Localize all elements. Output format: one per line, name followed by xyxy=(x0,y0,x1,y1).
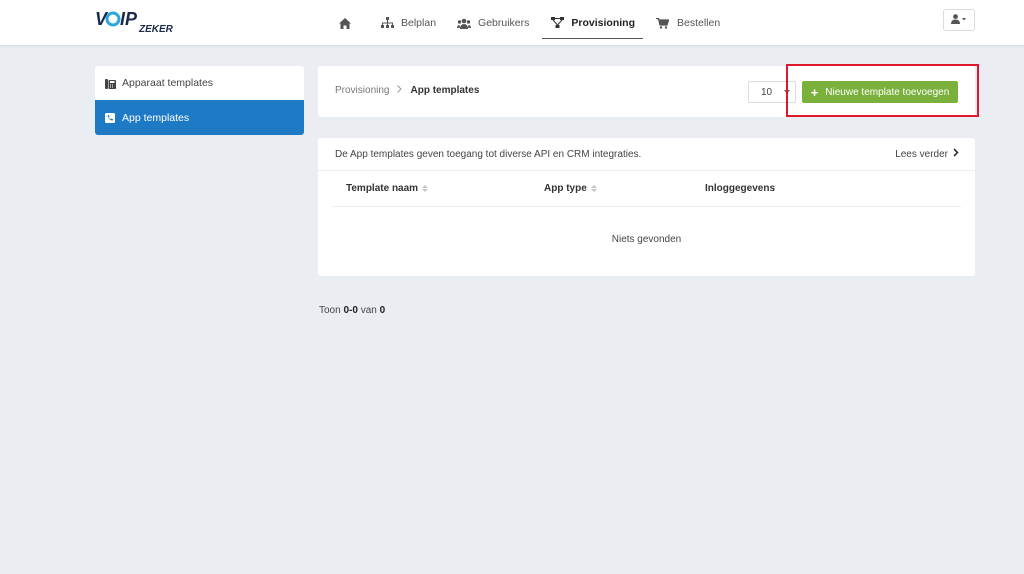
per-page-select[interactable]: 10 xyxy=(748,81,796,103)
sidebar-item-label: Apparaat templates xyxy=(122,77,214,89)
count-of: van xyxy=(360,305,377,316)
empty-state-text: Niets gevonden xyxy=(611,234,682,245)
phone-square-icon xyxy=(104,112,116,124)
column-label: Template naam xyxy=(346,183,419,194)
sidebar: Apparaat templates App templates xyxy=(95,66,304,135)
svg-text:ZEKER: ZEKER xyxy=(138,24,174,34)
page-header-card: Provisioning App templates 10 + Nieuwe t… xyxy=(318,66,975,117)
read-more-link[interactable]: Lees verder xyxy=(895,148,959,160)
nav-label-gebruikers: Gebruikers xyxy=(478,17,530,29)
sitemap-icon xyxy=(380,16,394,30)
nav-belplan[interactable]: Belplan xyxy=(372,7,444,39)
nav-home[interactable] xyxy=(330,7,367,39)
column-label: App type xyxy=(544,183,587,194)
breadcrumb-provisioning[interactable]: Provisioning xyxy=(335,85,389,96)
caret-down-icon xyxy=(784,90,790,94)
top-navbar: V IP ZEKER Belplan Gebruikers Provisioni… xyxy=(0,0,1024,46)
count-prefix: Toon xyxy=(319,305,341,316)
sidebar-item-apparaat-templates[interactable]: Apparaat templates xyxy=(95,66,304,100)
info-text: De App templates geven toegang tot diver… xyxy=(335,148,642,160)
sidebar-item-label: App templates xyxy=(122,111,190,124)
cart-icon xyxy=(656,16,670,30)
phone-device-icon xyxy=(104,77,116,89)
column-label: Inloggegevens xyxy=(705,183,776,194)
voipzeker-logo[interactable]: V IP ZEKER xyxy=(95,8,181,35)
add-template-label: Nieuwe template toevoegen xyxy=(825,86,950,98)
breadcrumb-current: App templates xyxy=(410,85,480,96)
users-icon xyxy=(457,16,472,30)
chevron-right-icon xyxy=(953,148,959,160)
plus-icon: + xyxy=(810,84,819,100)
breadcrumb: Provisioning App templates xyxy=(335,85,479,96)
column-header-app-type[interactable]: App type xyxy=(544,183,597,194)
user-icon xyxy=(951,13,967,27)
nav-label-bestellen: Bestellen xyxy=(676,17,721,29)
count-total: 0 xyxy=(379,305,386,316)
user-menu-button[interactable] xyxy=(943,9,975,31)
sidebar-item-app-templates[interactable]: App templates xyxy=(95,100,304,135)
sort-icon xyxy=(590,185,597,192)
read-more-label: Lees verder xyxy=(895,148,948,160)
nav-bestellen[interactable]: Bestellen xyxy=(648,7,728,39)
svg-text:IP: IP xyxy=(120,9,138,29)
result-count: Toon 0-0 van 0 xyxy=(319,305,385,316)
column-header-template-naam[interactable]: Template naam xyxy=(346,183,429,194)
home-icon xyxy=(338,16,352,30)
column-header-inloggegevens: Inloggegevens xyxy=(705,183,775,194)
main-nav: Belplan Gebruikers Provisioning Bestelle… xyxy=(330,0,733,46)
nav-label-provisioning: Provisioning xyxy=(571,16,635,29)
per-page-value: 10 xyxy=(761,86,773,98)
add-template-button[interactable]: + Nieuwe template toevoegen xyxy=(802,81,958,103)
nav-provisioning[interactable]: Provisioning xyxy=(542,7,643,39)
chevron-right-icon xyxy=(397,85,403,96)
app-templates-table-card: De App templates geven toegang tot diver… xyxy=(318,138,975,276)
sort-icon xyxy=(422,185,429,192)
nav-label-belplan: Belplan xyxy=(401,17,437,29)
table-header: Template naam App type Inloggegevens xyxy=(332,171,961,207)
count-range: 0-0 xyxy=(343,305,358,316)
nav-gebruikers[interactable]: Gebruikers xyxy=(449,7,537,39)
info-banner: De App templates geven toegang tot diver… xyxy=(318,138,975,171)
network-icon xyxy=(550,16,564,30)
